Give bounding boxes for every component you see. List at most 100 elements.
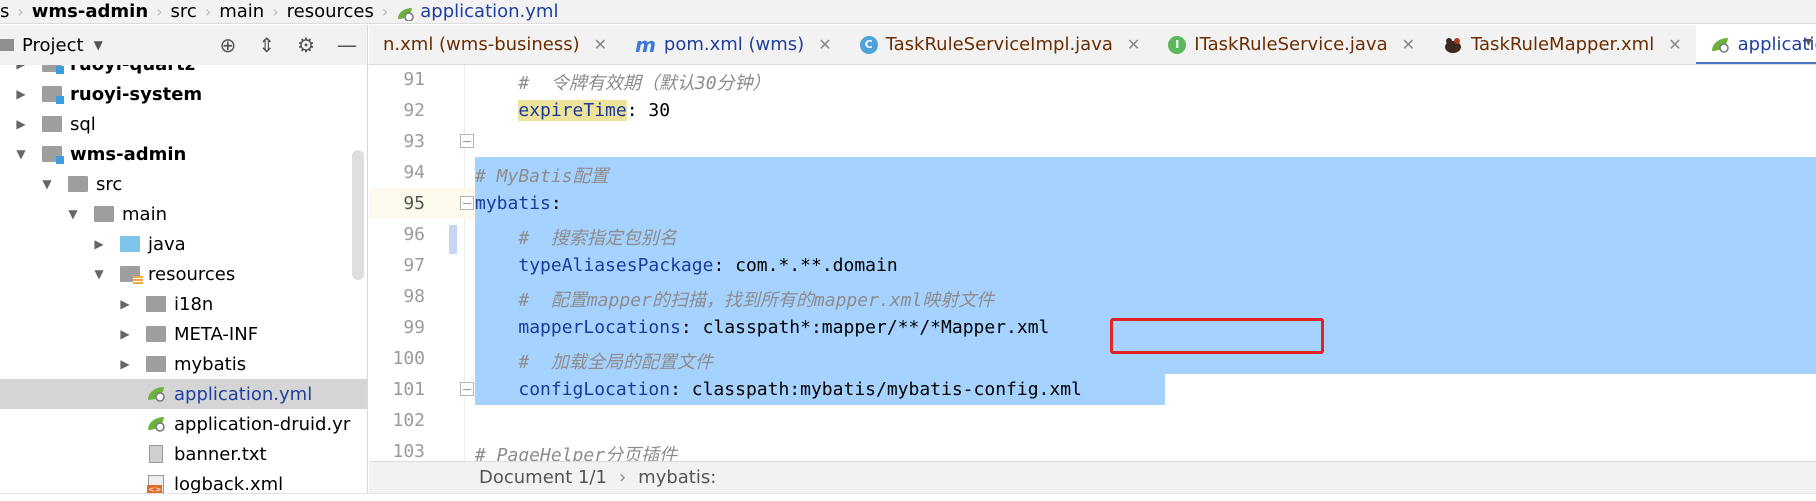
- chevron-right-icon: ›: [17, 2, 24, 21]
- tab-itaskruleservice[interactable]: I ITaskRuleService.java ✕: [1154, 25, 1429, 64]
- close-icon[interactable]: ✕: [1402, 35, 1415, 54]
- tree-item-src[interactable]: ▼ src: [0, 169, 367, 199]
- close-icon[interactable]: ✕: [1668, 35, 1681, 54]
- code-line-100[interactable]: 100 # 加载全局的配置文件: [369, 343, 1816, 374]
- project-panel-header: Project ▼ ⊕ ⇕ ⚙ —: [0, 25, 368, 65]
- spring-yml-icon: [1710, 37, 1730, 53]
- code-line-95[interactable]: 95 mybatis:: [369, 188, 1816, 219]
- chevron-right-icon[interactable]: ▶: [118, 297, 132, 311]
- tab-pom-xml[interactable]: m pom.xml (wms) ✕: [621, 25, 846, 64]
- interface-icon: I: [1168, 35, 1187, 54]
- code-line-99[interactable]: 99 mapperLocations: classpath*:mapper/**…: [369, 312, 1816, 343]
- chevron-right-icon[interactable]: ▶: [14, 87, 28, 101]
- close-icon[interactable]: ✕: [818, 35, 831, 54]
- chevron-right-icon[interactable]: ▶: [92, 237, 106, 251]
- chevron-down-icon[interactable]: ▼: [92, 267, 106, 281]
- code-line-94[interactable]: 94 # MyBatis配置: [369, 157, 1816, 188]
- code-line-93[interactable]: 93: [369, 126, 1816, 157]
- tree-item-main[interactable]: ▼ main: [0, 199, 367, 229]
- chevron-right-icon[interactable]: ▶: [118, 357, 132, 371]
- tab-application-yml[interactable]: application.yml ✕: [1695, 25, 1816, 64]
- project-view-selector[interactable]: Project: [22, 35, 84, 56]
- annotation-highlight-box: [1110, 318, 1324, 354]
- tab-label: TaskRuleMapper.xml: [1471, 34, 1655, 55]
- minimize-icon[interactable]: —: [337, 35, 357, 55]
- fold-marker-icon[interactable]: [460, 134, 474, 148]
- tree-item-ruoyi-system[interactable]: ▶ ruoyi-system: [0, 79, 367, 109]
- code-comment: # 加载全局的配置文件: [518, 352, 713, 373]
- tree-item-resources[interactable]: ▼ resources: [0, 259, 367, 289]
- yaml-value: classpath:mybatis/mybatis-config.xml: [680, 379, 1082, 400]
- spring-yml-icon: [146, 415, 166, 433]
- tabs-overflow-icon[interactable]: ▾: [1805, 34, 1812, 50]
- breadcrumb-item-wms-admin[interactable]: wms-admin: [32, 1, 148, 22]
- collapse-icon[interactable]: ⇕: [258, 35, 275, 55]
- tree-item-i18n[interactable]: ▶ i18n: [0, 289, 367, 319]
- target-icon[interactable]: ⊕: [220, 35, 237, 55]
- chevron-right-icon: ›: [618, 467, 627, 488]
- tree-item-application-druid[interactable]: application-druid.yr: [0, 409, 367, 439]
- structure-path[interactable]: mybatis:: [638, 467, 716, 488]
- chevron-down-icon[interactable]: ▼: [94, 38, 103, 52]
- code-line-91[interactable]: 91 # 令牌有效期（默认30分钟）: [369, 65, 1816, 95]
- breadcrumb-item-src[interactable]: src: [171, 1, 197, 22]
- code-text: # 配置mapper的扫描，找到所有的mapper.xml映射文件: [475, 286, 994, 312]
- tree-item-banner-txt[interactable]: banner.txt: [0, 439, 367, 469]
- tree-item-label: application.yml: [174, 383, 313, 405]
- close-icon[interactable]: ✕: [1127, 35, 1140, 54]
- breadcrumb-item-main[interactable]: main: [219, 1, 264, 22]
- gear-icon[interactable]: ⚙: [297, 35, 315, 55]
- folder-icon: [146, 356, 166, 372]
- tree-item-label: mybatis: [174, 353, 247, 375]
- code-line-97[interactable]: 97 typeAliasesPackage: com.*.**.domain: [369, 250, 1816, 281]
- code-comment: # 搜索指定包别名: [518, 228, 677, 249]
- tree-item-java[interactable]: ▶ java: [0, 229, 367, 259]
- tab-label: TaskRuleServiceImpl.java: [885, 34, 1113, 55]
- line-number: 98: [403, 286, 425, 307]
- tree-item-wms-admin[interactable]: ▼ wms-admin: [0, 139, 367, 169]
- code-comment: # 配置mapper的扫描，找到所有的mapper.xml映射文件: [518, 290, 995, 311]
- tree-scrollbar[interactable]: [352, 150, 364, 280]
- folder-icon: [146, 326, 166, 342]
- vcs-change-marker[interactable]: [449, 225, 457, 254]
- chevron-down-icon[interactable]: ▼: [66, 207, 80, 221]
- chevron-right-icon[interactable]: ▶: [14, 117, 28, 131]
- code-line-92[interactable]: 92 expireTime: 30: [369, 95, 1816, 126]
- tree-item-ruoyi-quartz[interactable]: ▶ ruoyi-quartz: [0, 65, 367, 79]
- tree-item-meta-inf[interactable]: ▶ META-INF: [0, 319, 367, 349]
- fold-marker-icon[interactable]: [460, 196, 474, 210]
- tab-label: pom.xml (wms): [663, 34, 805, 55]
- breadcrumb-label: main: [219, 1, 265, 22]
- selection-highlight: [475, 188, 1816, 219]
- breadcrumb-item-s[interactable]: s: [0, 1, 9, 22]
- tree-item-sql[interactable]: ▶ sql: [0, 109, 367, 139]
- tree-item-label: META-INF: [174, 323, 259, 345]
- chevron-right-icon[interactable]: ▶: [14, 65, 28, 71]
- chevron-down-icon[interactable]: ▼: [40, 177, 54, 191]
- code-line-96[interactable]: 96 # 搜索指定包别名: [369, 219, 1816, 250]
- code-line-98[interactable]: 98 # 配置mapper的扫描，找到所有的mapper.xml映射文件: [369, 281, 1816, 312]
- yaml-value: 30: [637, 100, 671, 121]
- module-folder-icon: [42, 65, 64, 74]
- chevron-down-icon[interactable]: ▼: [14, 147, 28, 161]
- code-line-103[interactable]: 103 # PageHelper分页插件: [369, 436, 1816, 461]
- tree-item-mybatis[interactable]: ▶ mybatis: [0, 349, 367, 379]
- breadcrumb-item-resources[interactable]: resources: [287, 1, 374, 22]
- chevron-right-icon[interactable]: ▶: [118, 327, 132, 341]
- tree-item-application-yml[interactable]: application.yml: [0, 379, 367, 409]
- document-indicator[interactable]: Document 1/1: [479, 467, 607, 488]
- code-line-102[interactable]: 102: [369, 405, 1816, 436]
- breadcrumb-item-application-yml[interactable]: application.yml: [396, 1, 558, 22]
- code-comment: # PageHelper分页插件: [475, 445, 678, 461]
- code-editor[interactable]: 91 # 令牌有效期（默认30分钟） 92 expireTime: 30 93 …: [369, 65, 1816, 461]
- tab-wms-business-xml[interactable]: n.xml (wms-business) ✕: [369, 25, 621, 64]
- editor-status-bar: Document 1/1 › mybatis:: [369, 461, 1816, 493]
- fold-marker-icon[interactable]: [460, 382, 474, 396]
- code-line-101[interactable]: 101 configLocation: classpath:mybatis/my…: [369, 374, 1816, 405]
- line-number: 102: [392, 410, 425, 431]
- project-tree: ▶ ruoyi-quartz ▶ ruoyi-system ▶ sql ▼ wm…: [0, 65, 368, 501]
- tab-taskrulemapper-xml[interactable]: TaskRuleMapper.xml ✕: [1429, 25, 1696, 64]
- tab-taskruleserviceimpl[interactable]: C TaskRuleServiceImpl.java ✕: [846, 25, 1155, 64]
- close-icon[interactable]: ✕: [594, 35, 607, 54]
- chevron-right-icon: ›: [156, 2, 163, 21]
